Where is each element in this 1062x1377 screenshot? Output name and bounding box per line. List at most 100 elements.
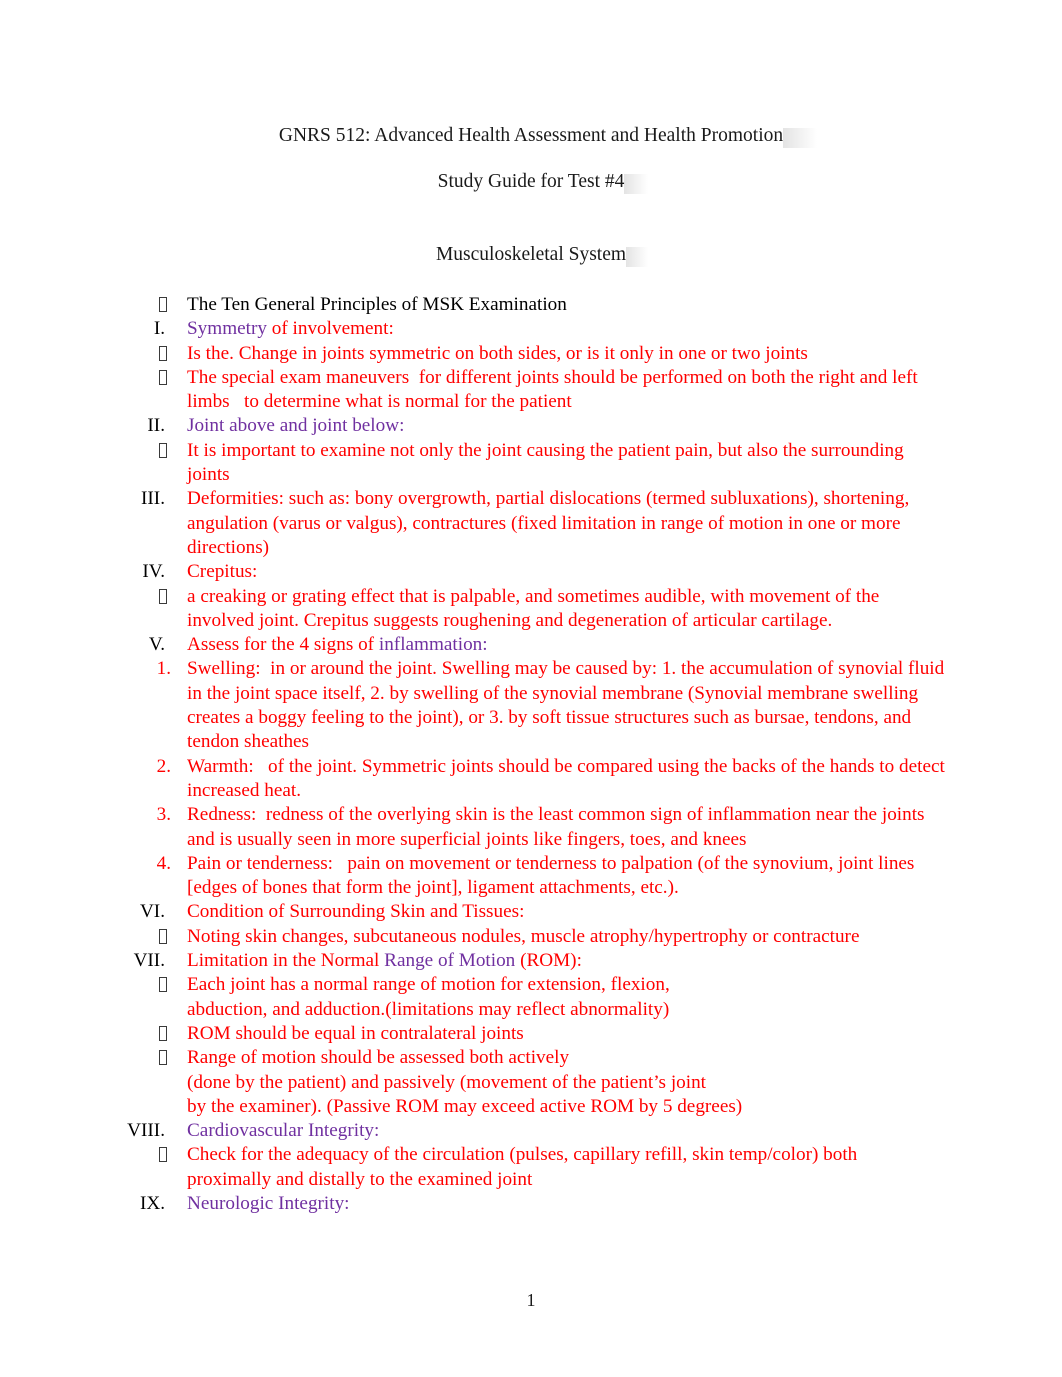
outline-item: VIII. Cardiovascular Integrity: — [0, 1119, 1062, 1143]
outline-item-text: Assess for the 4 signs of inflammation: — [187, 633, 488, 657]
outline-item: It is important to examine not only the … — [0, 439, 1062, 488]
bullet-icon — [0, 1022, 167, 1046]
text-segment: Is the. Change in joints symmetric on bo… — [187, 342, 808, 364]
text-segment: Range of Motion — [384, 950, 516, 972]
text-segment: The special exam maneuvers for different… — [187, 366, 923, 413]
missing-glyph-bullet-icon — [159, 345, 167, 361]
text-segment: Warmth: of the joint. Symmetric joints s… — [187, 755, 950, 801]
outline-item-text: Pain or tenderness: pain on movement or … — [187, 852, 945, 901]
text-segment: Condition of Surrounding Skin and Tissue… — [187, 901, 525, 923]
outline-item-text: The Ten General Principles of MSK Examin… — [187, 293, 567, 317]
text-segment: Each joint has a normal range of motion … — [187, 974, 670, 1020]
list-marker: 1. — [156, 658, 171, 680]
outline-item-text: The special exam maneuvers for different… — [187, 366, 945, 415]
outline-item-text: Condition of Surrounding Skin and Tissue… — [187, 900, 524, 924]
text-segment: Cardiovascular Integrity: — [187, 1120, 380, 1142]
bullet-icon — [0, 925, 167, 949]
text-segment: a creaking or grating effect that is pal… — [187, 585, 885, 631]
list-marker: 4. — [156, 852, 171, 874]
list-marker: 2. — [156, 755, 171, 777]
text-segment: Range of motion should be assessed both … — [187, 1047, 743, 1117]
outline-item: 1. Swelling: in or around the joint. Swel… — [0, 657, 1062, 754]
text-segment: It is important to examine not only the … — [187, 439, 909, 486]
outline-item-text: a creaking or grating effect that is pal… — [187, 585, 945, 634]
outline-item-text: Limitation in the Normal Range of Motion… — [187, 949, 582, 973]
outline-item-text: Redness: redness of the overlying skin i… — [187, 803, 945, 852]
text-segment: ROM should be equal in contralateral joi… — [187, 1022, 524, 1044]
outline-item-text: Range of motion should be assessed both … — [187, 1046, 742, 1119]
outline-item: IV. Crepitus: — [0, 560, 1062, 584]
bullet-icon — [0, 1046, 167, 1070]
course-title-text: GNRS 512: Advanced Health Assessment and… — [278, 125, 784, 146]
text-segment: Crepitus: — [187, 561, 258, 583]
bullet-icon — [0, 366, 167, 390]
missing-glyph-bullet-icon — [159, 928, 167, 944]
text-segment: Check for the adequacy of the circulatio… — [187, 1144, 863, 1190]
outline-item: IX. Neurologic Integrity: — [0, 1192, 1062, 1216]
list-marker: 3. — [156, 804, 171, 826]
outline-item-text: Crepitus: — [187, 560, 257, 584]
text-segment: Symmetry — [187, 318, 267, 340]
outline-item-text: Cardiovascular Integrity: — [187, 1119, 379, 1143]
outline-item-text: Swelling: in or around the joint. Swelli… — [187, 657, 945, 754]
missing-glyph-bullet-icon — [159, 588, 167, 604]
document-page: GNRS 512: Advanced Health Assessment and… — [0, 0, 1062, 1377]
text-segment: inflammation: — [378, 634, 488, 656]
outline-item: III. Deformities: such as: bony overgrowt… — [0, 487, 1062, 560]
outline-item-text: It is important to examine not only the … — [187, 439, 945, 488]
outline-item-text: Warmth: of the joint. Symmetric joints s… — [187, 755, 945, 804]
outline-item: Each joint has a normal range of motion … — [0, 973, 1062, 1022]
course-title: GNRS 512: Advanced Health Assessment and… — [0, 125, 1062, 148]
bullet-icon — [0, 585, 167, 609]
outline-item: The Ten General Principles of MSK Examin… — [0, 293, 1062, 317]
outline-item: The special exam maneuvers for different… — [0, 366, 1062, 415]
outline-item: 2. Warmth: of the joint. Symmetric joints… — [0, 755, 1062, 804]
list-marker: V. — [148, 634, 165, 656]
bullet-icon — [0, 973, 167, 997]
list-marker: VII. — [133, 950, 165, 972]
outline-item-text: ROM should be equal in contralateral joi… — [187, 1022, 524, 1046]
text-segment: Joint above and joint below: — [187, 415, 405, 437]
missing-glyph-bullet-icon — [159, 1025, 167, 1041]
study-guide-title-text: Study Guide for Test #4 — [437, 171, 625, 192]
outline-item-text: Deformities: such as: bony overgrowth, p… — [187, 487, 945, 560]
outline-item: Range of motion should be assessed both … — [0, 1046, 1062, 1119]
text-segment: Noting skin changes, subcutaneous nodule… — [187, 925, 860, 947]
outline-list: The Ten General Principles of MSK Examin… — [0, 293, 1062, 1216]
text-segment: Swelling: in or around the joint. Swelli… — [187, 658, 950, 753]
list-marker: VIII. — [127, 1120, 165, 1142]
study-guide-title: Study Guide for Test #4 — [0, 171, 1062, 194]
outline-item: ROM should be equal in contralateral joi… — [0, 1022, 1062, 1046]
outline-item-text: Symmetry of involvement: — [187, 317, 394, 341]
missing-glyph-bullet-icon — [159, 297, 167, 312]
outline-item: 4. Pain or tenderness: pain on movement o… — [0, 852, 1062, 901]
outline-item-text: Joint above and joint below: — [187, 414, 404, 438]
missing-glyph-bullet-icon — [159, 977, 167, 993]
outline-item-text: Is the. Change in joints symmetric on bo… — [187, 342, 808, 366]
list-marker: IX. — [139, 1192, 165, 1214]
outline-item: Is the. Change in joints symmetric on bo… — [0, 342, 1062, 366]
outline-item: II. Joint above and joint below: — [0, 414, 1062, 438]
outline-item: 3. Redness: redness of the overlying skin… — [0, 803, 1062, 852]
text-segment: Assess for the 4 signs of — [187, 634, 379, 656]
text-segment: Pain or tenderness: pain on movement or … — [187, 852, 920, 899]
system-title-text: Musculoskeletal System — [435, 244, 627, 265]
bullet-icon — [0, 293, 167, 317]
outline-item-text: Noting skin changes, subcutaneous nodule… — [187, 925, 859, 949]
outline-item-text: Each joint has a normal range of motion … — [187, 973, 670, 1022]
page-number: 1 — [526, 1290, 536, 1310]
missing-glyph-bullet-icon — [159, 369, 167, 385]
text-segment: Neurologic Integrity: — [187, 1192, 350, 1214]
outline-item: VII. Limitation in the Normal Range of Mo… — [0, 949, 1062, 973]
missing-glyph-bullet-icon — [159, 1050, 167, 1066]
text-segment: The Ten General Principles of MSK Examin… — [187, 294, 567, 315]
outline-item: Noting skin changes, subcutaneous nodule… — [0, 925, 1062, 949]
missing-glyph-bullet-icon — [159, 1147, 167, 1163]
outline-item: V. Assess for the 4 signs of inflammation… — [0, 633, 1062, 657]
list-marker: VI. — [139, 901, 165, 923]
text-segment: Redness: redness of the overlying skin i… — [187, 804, 930, 850]
bullet-icon — [0, 1143, 167, 1167]
outline-item-text: Neurologic Integrity: — [187, 1192, 350, 1216]
list-marker: I. — [153, 318, 165, 340]
outline-item: a creaking or grating effect that is pal… — [0, 585, 1062, 634]
